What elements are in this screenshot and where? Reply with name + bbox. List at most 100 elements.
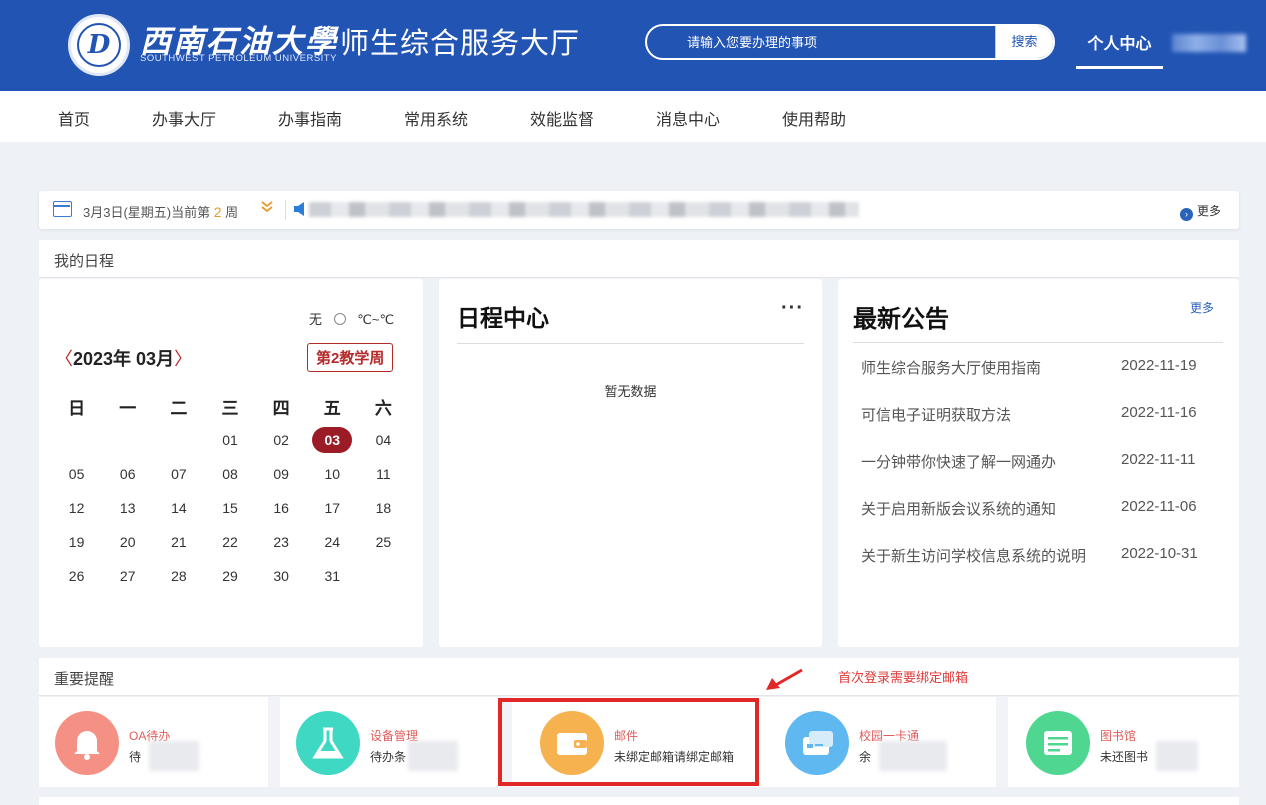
calendar-day[interactable]: 11 [358,466,409,482]
divider [285,200,286,220]
calendar-day-cell[interactable]: 03 [307,427,358,453]
calendar-day[interactable]: 06 [102,466,153,482]
search-button[interactable]: 搜索 [995,26,1053,58]
announcement-title[interactable]: 师生综合服务大厅使用指南 [861,360,1041,377]
more-options-icon[interactable]: ··· [781,297,804,320]
weekday-label: 日 [68,398,86,418]
bell-icon [55,711,119,775]
chevron-right-icon: › [1179,208,1193,221]
week-suffix: 周 [225,205,239,220]
calendar-day[interactable]: 30 [256,568,307,584]
nav-messages[interactable]: 消息中心 [656,106,720,130]
calendar-day[interactable]: 22 [204,534,255,550]
calendar-day[interactable]: 05 [51,466,102,482]
calendar-week-row: 05 06 07 08 09 10 11 [51,457,409,491]
calendar-day[interactable]: 08 [204,466,255,482]
calendar-day[interactable]: 04 [358,432,409,448]
calendar-day[interactable]: 21 [153,534,204,550]
next-month-icon[interactable]: 〉 [174,349,192,369]
reminder-equipment[interactable]: 设备管理 待办条 [280,697,500,787]
announcements-panel: 最新公告 更多 师生综合服务大厅使用指南 2022-11-19 可信电子证明获取… [838,279,1239,647]
announcement-item[interactable]: 一分钟带你快速了解一网通办 2022-11-11 [861,451,1201,472]
calendar-day[interactable]: 24 [307,534,358,550]
prev-month-icon[interactable]: 〈 [55,349,73,369]
calendar-day[interactable]: 10 [307,466,358,482]
reminder-desc: 待 [129,750,142,764]
divider [457,343,804,344]
calendar-day[interactable]: 09 [256,466,307,482]
calendar-day[interactable]: 25 [358,534,409,550]
calendar-icon [53,201,72,217]
current-date: 3月3日(星期五)当前第 2 周 [83,202,238,221]
announcement-item[interactable]: 关于启用新版会议系统的通知 2022-11-06 [861,498,1201,519]
calendar-day[interactable]: 20 [102,534,153,550]
nav-guide[interactable]: 办事指南 [278,106,342,130]
user-name-redacted[interactable] [1172,34,1246,52]
calendar-day[interactable]: 27 [102,568,153,584]
calendar-day[interactable]: 15 [204,500,255,516]
reminders-section-header: 重要提醒 [39,658,1239,696]
reminder-library[interactable]: 图书馆 未还图书 [1008,697,1239,787]
schedule-title: 我的日程 [54,253,115,270]
nav-help[interactable]: 使用帮助 [782,106,846,130]
schedule-center-title: 日程中心 [457,305,549,331]
double-chevron-down-icon[interactable] [261,200,273,217]
reminder-oa[interactable]: OA待办 待 [39,697,268,787]
calendar-day[interactable]: 16 [256,500,307,516]
teaching-week-badge: 第2教学周 [307,343,394,372]
calendar-day[interactable]: 29 [204,568,255,584]
search-input[interactable] [647,26,997,58]
announcement-title[interactable]: 关于新生访问学校信息系统的说明 [861,548,1086,565]
announcement-date: 2022-11-11 [1121,451,1196,468]
reminder-desc: 余 [859,750,872,764]
personal-center-link[interactable]: 个人中心 [1076,30,1163,69]
weekday-label: 六 [374,398,392,418]
calendar-day[interactable]: 12 [51,500,102,516]
annotation-note: 首次登录需要绑定邮箱 [838,670,969,685]
reminder-campus-card[interactable]: 校园一卡通 余 [769,697,996,787]
announcement-title[interactable]: 可信电子证明获取方法 [861,407,1011,424]
calendar-day[interactable]: 31 [307,568,358,584]
calendar-day[interactable]: 18 [358,500,409,516]
announcement-title[interactable]: 关于启用新版会议系统的通知 [861,501,1056,518]
nav-service-hall[interactable]: 办事大厅 [152,106,216,130]
calendar-day[interactable]: 19 [51,534,102,550]
calendar-day[interactable]: 01 [204,432,255,448]
calendar-day[interactable]: 07 [153,466,204,482]
date-prefix: 3月3日(星期五)当前第 [83,205,211,220]
calendar-panel: 无 ℃~℃ 〈2023年 03月〉 第2教学周 日一二三四五六 01 02 03 04 0… [39,279,423,647]
announcement-item[interactable]: 可信电子证明获取方法 2022-11-16 [861,404,1201,425]
schedule-center-panel: 日程中心 ··· 暂无数据 [439,279,822,647]
calendar-day[interactable]: 17 [307,500,358,516]
calendar-day[interactable]: 26 [51,568,102,584]
weekday-label: 五 [323,398,341,418]
main-nav: 首页 办事大厅 办事指南 常用系统 效能监督 消息中心 使用帮助 [0,91,1266,142]
announcement-title[interactable]: 一分钟带你快速了解一网通办 [861,454,1056,471]
more-link[interactable]: › 更多 [1179,202,1221,221]
weekday-label: 二 [170,398,188,418]
university-name-en: SOUTHWEST PETROLEUM UNIVERSITY [140,53,337,64]
calendar-day[interactable]: 02 [256,432,307,448]
notice-ticker-redacted[interactable] [309,202,859,217]
weekday-label: 一 [119,398,137,418]
reminders-title: 重要提醒 [54,671,115,688]
divider [853,342,1223,343]
calendar-day[interactable]: 23 [256,534,307,550]
nav-supervision[interactable]: 效能监督 [530,106,594,130]
calendar-day[interactable]: 14 [153,500,204,516]
next-section-edge [39,797,1239,805]
nav-home[interactable]: 首页 [58,106,90,130]
schedule-section-header: 我的日程 [39,240,1239,278]
calendar-week-row: 01 02 03 04 [51,423,409,457]
announcement-item[interactable]: 关于新生访问学校信息系统的说明 2022-10-31 [861,545,1201,566]
calendar-day[interactable]: 28 [153,568,204,584]
redacted-count [149,741,199,771]
empty-state: 暂无数据 [604,384,657,399]
calendar-day[interactable]: 13 [102,500,153,516]
today-marker[interactable]: 03 [312,427,353,453]
announcement-date: 2022-11-19 [1121,357,1197,374]
announcements-more-link[interactable]: 更多 [1190,299,1214,316]
university-logo[interactable]: D [68,14,130,76]
nav-common-systems[interactable]: 常用系统 [404,106,468,130]
announcement-item[interactable]: 师生综合服务大厅使用指南 2022-11-19 [861,357,1201,378]
